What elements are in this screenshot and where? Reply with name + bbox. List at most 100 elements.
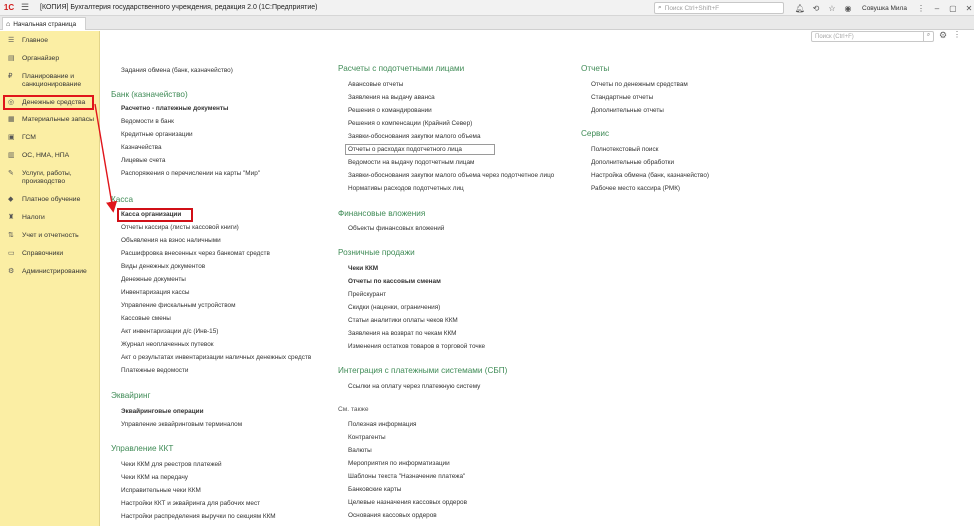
- more-icon[interactable]: ⋮: [915, 1, 927, 15]
- sidebar-item-fuel[interactable]: ▣ ГСМ: [0, 134, 100, 142]
- link-see-also-2[interactable]: Валюты: [348, 447, 372, 454]
- link-reports-2[interactable]: Дополнительные отчеты: [591, 107, 664, 114]
- link-retail-1[interactable]: Отчеты по кассовым сменам: [348, 278, 441, 285]
- link-see-also-0[interactable]: Полезная информация: [348, 421, 417, 428]
- section-search-input[interactable]: Поиск (Ctrl+F) ⌕: [811, 31, 934, 42]
- menu-icon: ☰: [8, 37, 15, 44]
- link-see-also-7[interactable]: Основания кассовых ордеров: [348, 512, 437, 519]
- link-kkt-1[interactable]: Чеки ККМ на передачу: [121, 474, 188, 481]
- link-see-also-4[interactable]: Шаблоны текста "Назначение платежа": [348, 473, 465, 480]
- link-kkt-0[interactable]: Чеки ККМ для реестров платежей: [121, 461, 222, 468]
- more-icon[interactable]: ⋮: [953, 30, 961, 39]
- tab-home-label: Начальная страница: [13, 20, 77, 28]
- user-icon[interactable]: ◉: [842, 1, 854, 15]
- link-see-also-6[interactable]: Целевые назначения кассовых ордеров: [348, 499, 467, 506]
- link-bank-3[interactable]: Казначейства: [121, 144, 162, 151]
- link-reports-0[interactable]: Отчеты по денежным средствам: [591, 81, 688, 88]
- link-see-also-5[interactable]: Банковские карты: [348, 486, 401, 493]
- link-reports-1[interactable]: Стандартные отчеты: [591, 94, 653, 101]
- link-cash-7[interactable]: Управление фискальным устройством: [121, 302, 235, 309]
- link-acquiring-1[interactable]: Управление эквайринговым терминалом: [121, 421, 242, 428]
- reports-icon: ⇅: [8, 232, 14, 239]
- link-bank-0[interactable]: Расчетно - платежные документы: [121, 105, 228, 112]
- link-retail-6[interactable]: Изменения остатков товаров в торговой то…: [348, 343, 485, 350]
- bell-icon[interactable]: 🔔︎: [794, 1, 806, 15]
- link-retail-2[interactable]: Прейскурант: [348, 291, 386, 298]
- sidebar-item-label: Главное: [22, 37, 48, 44]
- link-service-1[interactable]: Дополнительные обработки: [591, 159, 674, 166]
- history-icon[interactable]: ⟲: [810, 1, 822, 15]
- star-icon[interactable]: ☆: [826, 1, 838, 15]
- app-logo: 1С: [3, 3, 15, 12]
- sidebar-item-label: Справочники: [22, 250, 64, 257]
- link-exchange-tasks[interactable]: Задания обмена (банк, казначейство): [121, 67, 233, 74]
- link-retail-4[interactable]: Статьи аналитики оплаты чеков ККМ: [348, 317, 458, 324]
- sidebar-item-admin[interactable]: ⚙ Администрирование: [0, 268, 100, 276]
- link-see-also-3[interactable]: Мероприятия по информатизации: [348, 460, 450, 467]
- gear-icon[interactable]: ⚙: [939, 30, 947, 41]
- close-icon[interactable]: ✕: [963, 1, 974, 15]
- sidebar-item-education[interactable]: ◆ Платное обучение: [0, 196, 100, 204]
- link-accountable-6[interactable]: Ведомости на выдачу подотчетным лицам: [348, 159, 474, 166]
- title-bar: 1С ☰ [КОПИЯ] Бухгалтерия государственног…: [0, 0, 974, 16]
- sidebar-item-money[interactable]: ◎ Денежные средства: [3, 95, 94, 110]
- link-kkt-4[interactable]: Настройки распределения выручки по секци…: [121, 513, 276, 520]
- sidebar-item-stock[interactable]: ▦ Материальные запасы: [0, 116, 100, 124]
- sidebar-item-label: Администрирование: [22, 268, 87, 275]
- sidebar-item-assets[interactable]: ▥ ОС, НМА, НПА: [0, 152, 100, 160]
- section-search-placeholder: Поиск (Ctrl+F): [815, 33, 854, 40]
- link-service-2[interactable]: Настройка обмена (банк, казначейство): [591, 172, 709, 179]
- link-kkt-2[interactable]: Исправительные чеки ККМ: [121, 487, 201, 494]
- user-name[interactable]: Совушка Мила: [862, 5, 907, 12]
- link-cash-1[interactable]: Отчеты кассира (листы кассовой книги): [121, 224, 239, 231]
- main-menu-icon[interactable]: ☰: [18, 2, 32, 13]
- link-cash-5[interactable]: Денежные документы: [121, 276, 186, 283]
- link-cash-4[interactable]: Виды денежных документов: [121, 263, 205, 270]
- link-cash-8[interactable]: Кассовые смены: [121, 315, 171, 322]
- search-button-icon[interactable]: ⌕: [923, 32, 933, 41]
- link-accountable-4[interactable]: Заявки-обоснования закупки малого объема: [348, 133, 481, 140]
- link-retail-3[interactable]: Скидки (наценки, ограничения): [348, 304, 440, 311]
- link-bank-2[interactable]: Кредитные организации: [121, 131, 193, 138]
- link-cash-0[interactable]: Касса организации: [121, 211, 181, 218]
- sidebar-item-services[interactable]: ✎ Услуги, работы, производство: [0, 170, 100, 186]
- link-service-3[interactable]: Рабочее место кассира (РМК): [591, 185, 680, 192]
- link-bank-4[interactable]: Лицевые счета: [121, 157, 165, 164]
- link-sbp-0[interactable]: Ссылки на оплату через платежную систему: [348, 383, 480, 390]
- link-bank-1[interactable]: Ведомости в банк: [121, 118, 174, 125]
- sidebar-item-reports[interactable]: ⇅ Учет и отчетность: [0, 232, 100, 240]
- education-icon: ◆: [8, 196, 14, 203]
- link-accountable-0[interactable]: Авансовые отчеты: [348, 81, 403, 88]
- link-accountable-2[interactable]: Решения о командировании: [348, 107, 432, 114]
- link-accountable-3[interactable]: Решения о компенсации (Крайний Север): [348, 120, 472, 127]
- link-retail-0[interactable]: Чеки ККМ: [348, 265, 378, 272]
- link-cash-3[interactable]: Расшифровка внесенных через банкомат сре…: [121, 250, 270, 257]
- link-accountable-8[interactable]: Нормативы расходов подотчетных лиц: [348, 185, 464, 192]
- maximize-icon[interactable]: ▢: [947, 1, 959, 15]
- sidebar-item-taxes[interactable]: ♜ Налоги: [0, 214, 100, 222]
- tab-home[interactable]: ⌂ Начальная страница: [2, 17, 86, 30]
- link-cash-11[interactable]: Акт о результатах инвентаризации наличны…: [121, 354, 311, 361]
- link-kkt-3[interactable]: Настройки ККТ и эквайринга для рабочих м…: [121, 500, 260, 507]
- link-service-0[interactable]: Полнотекстовый поиск: [591, 146, 658, 153]
- link-acquiring-0[interactable]: Эквайринговые операции: [121, 408, 204, 415]
- sidebar-item-organizer[interactable]: ▤ Органайзер: [0, 55, 100, 63]
- link-cash-12[interactable]: Платежные ведомости: [121, 367, 188, 374]
- link-accountable-7[interactable]: Заявки-обоснования закупки малого объема…: [348, 172, 554, 179]
- stock-icon: ▦: [8, 116, 15, 123]
- link-cash-9[interactable]: Акт инвентаризации д/с (Инв-15): [121, 328, 218, 335]
- link-cash-2[interactable]: Объявления на взнос наличными: [121, 237, 221, 244]
- link-accountable-1[interactable]: Заявления на выдачу аванса: [348, 94, 435, 101]
- link-finance-0[interactable]: Объекты финансовых вложений: [348, 225, 444, 232]
- global-search-input[interactable]: ⌕ Поиск Ctrl+Shift+F: [654, 2, 784, 14]
- sidebar-item-catalogs[interactable]: ▭ Справочники: [0, 250, 100, 258]
- link-cash-6[interactable]: Инвентаризация кассы: [121, 289, 190, 296]
- link-see-also-1[interactable]: Контрагенты: [348, 434, 386, 441]
- link-cash-10[interactable]: Журнал неоплаченных путевок: [121, 341, 214, 348]
- link-retail-5[interactable]: Заявления на возврат по чекам ККМ: [348, 330, 457, 337]
- sidebar-item-main[interactable]: ☰ Главное: [0, 37, 100, 45]
- link-accountable-5[interactable]: Отчеты о расходах подотчетного лица: [348, 146, 462, 153]
- sidebar-item-planning[interactable]: ₽ Планирование и санкционирование: [0, 73, 100, 89]
- link-bank-5[interactable]: Распоряжения о перечислении на карты "Ми…: [121, 170, 260, 177]
- minimize-icon[interactable]: –: [931, 1, 943, 15]
